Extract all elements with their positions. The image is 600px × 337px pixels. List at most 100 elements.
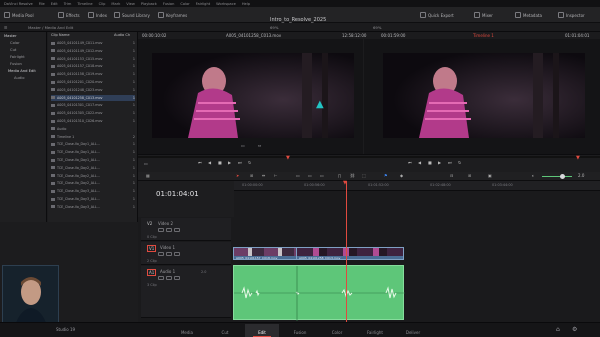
v1-autoselect-toggle[interactable]: [166, 252, 172, 256]
clip-list-item[interactable]: A005_04101158_C019.mov 1: [51, 71, 135, 77]
menu-help[interactable]: Help: [242, 2, 250, 6]
timeline-name[interactable]: Timeline 1: [473, 33, 494, 38]
menu-fusion[interactable]: Fusion: [163, 2, 175, 6]
keyframes-button[interactable]: Keyframes: [158, 11, 187, 19]
metadata-button[interactable]: Metadata: [515, 11, 542, 19]
bin-master[interactable]: Master: [4, 34, 17, 38]
timeline-play-icon[interactable]: ▶: [438, 160, 441, 165]
settings-gear-icon[interactable]: ⚙: [572, 326, 577, 333]
menu-workspace[interactable]: Workspace: [216, 2, 236, 6]
bin-media-and-edit[interactable]: Media And Edit: [8, 69, 36, 73]
trim-tool-icon[interactable]: ⊞: [250, 173, 253, 178]
source-skip-back-icon[interactable]: ⏮: [198, 160, 202, 165]
fit-icon[interactable]: ▣: [488, 173, 492, 178]
v2-enable-toggle[interactable]: [174, 228, 180, 232]
menu-file[interactable]: File: [39, 2, 45, 6]
timeline-stop-icon[interactable]: ■: [428, 160, 432, 165]
clip-list-item[interactable]: A005_04101305_C022.mov 1: [51, 110, 135, 116]
menu-clip[interactable]: Clip: [99, 2, 106, 6]
media-pool-button[interactable]: Media Pool: [4, 11, 34, 19]
clip-list-item[interactable]: TCE_Close-Vo_Day1_ALL... 1: [51, 149, 135, 155]
clip-list-item[interactable]: TCE_Close-Vo_Day1_ALL... 1: [51, 141, 135, 147]
page-cut[interactable]: Cut: [208, 324, 242, 337]
volume-slider[interactable]: [542, 176, 572, 177]
source-viewer[interactable]: ▲ ▭ ⇔: [138, 39, 363, 154]
clip-list-item[interactable]: A005_04101301_C017.mov 1: [51, 102, 135, 108]
clip-list-item[interactable]: A005_04101310_C026.mov 1: [51, 118, 135, 124]
quick-export-button[interactable]: Quick Export: [420, 11, 454, 19]
a1-solo-toggle[interactable]: [166, 276, 172, 280]
effects-button[interactable]: Effects: [58, 11, 80, 19]
clip-list-item[interactable]: A005_04101149_C012.mov 1: [51, 48, 135, 54]
overwrite-clip-icon[interactable]: ▭: [308, 173, 312, 178]
bin-color[interactable]: Color: [10, 41, 20, 45]
audio-clip[interactable]: [233, 265, 405, 321]
source-zoom[interactable]: 69%: [270, 25, 278, 30]
flag-icon[interactable]: ⚑: [384, 173, 388, 178]
timeline-viewer[interactable]: [364, 39, 600, 154]
clip-list-item[interactable]: Timeline 1 2: [51, 134, 135, 140]
list-view-icon[interactable]: ☰: [4, 25, 7, 30]
menu-trim[interactable]: Trim: [64, 2, 72, 6]
bin-fusion[interactable]: Fusion: [10, 62, 22, 66]
bin-fairlight[interactable]: Fairlight: [10, 55, 25, 59]
timeline-skip-forward-icon[interactable]: ⏭: [448, 160, 452, 165]
clip-list-item[interactable]: TCE_Close-Vo_Day3_ALL... 1: [51, 196, 135, 202]
playhead-handle-icon[interactable]: ▼: [343, 180, 347, 186]
clip-list-item[interactable]: TCE_Close-Vo_Day2_ALL... 1: [51, 173, 135, 179]
page-media[interactable]: Media: [170, 324, 204, 337]
jog-bar[interactable]: [138, 156, 600, 158]
clip-list-item[interactable]: A005_04101248_C023.mov 1: [51, 87, 135, 93]
video-clip-2[interactable]: A005_04101258_C013.mov: [296, 247, 404, 260]
record-zoom[interactable]: 69%: [373, 25, 381, 30]
inspector-button[interactable]: Inspector: [558, 11, 585, 19]
menu-edit[interactable]: Edit: [51, 2, 58, 6]
speaker-icon[interactable]: 🔈︎: [532, 173, 534, 178]
source-skip-forward-icon[interactable]: ⏭: [238, 160, 242, 165]
source-playhead-marker-icon[interactable]: ▼: [286, 155, 290, 161]
track-header-v2[interactable]: V2 Video 2 0 Clip: [141, 218, 231, 241]
clip-list-item[interactable]: TCE_Close-Vo_Day3_ALL... 1: [51, 188, 135, 194]
linked-selection-icon[interactable]: ⛓: [350, 173, 355, 178]
position-lock-icon[interactable]: ⬚: [362, 173, 366, 178]
timeline-playhead[interactable]: [346, 181, 347, 322]
menu-timeline[interactable]: Timeline: [77, 2, 92, 6]
v2-lock-toggle[interactable]: [158, 228, 164, 232]
mixer-button[interactable]: Mixer: [474, 11, 493, 19]
clip-list-item[interactable]: TCE_Close-Vo_Day1_ALL... 1: [51, 157, 135, 163]
clip-list-item[interactable]: TCE_Close-Vo_Day2_ALL... 1: [51, 180, 135, 186]
timeline-play-reverse-icon[interactable]: ◀: [418, 160, 421, 165]
a1-mute-toggle[interactable]: [174, 276, 180, 280]
v2-autoselect-toggle[interactable]: [166, 228, 172, 232]
page-fairlight[interactable]: Fairlight: [358, 324, 392, 337]
clip-name-header[interactable]: Clip Name: [51, 33, 70, 37]
timeline-loop-icon[interactable]: ↻: [458, 160, 461, 165]
a1-lock-toggle[interactable]: [158, 276, 164, 280]
source-loop-icon[interactable]: ↻: [248, 160, 251, 165]
page-fusion[interactable]: Fusion: [283, 324, 317, 337]
zoom-in-icon[interactable]: ⊞: [468, 173, 471, 178]
clip-list-item[interactable]: A005_04101153_C015.mov 1: [51, 56, 135, 62]
track-header-v1[interactable]: V1 Video 1 2 Clip: [141, 242, 231, 265]
bin-cut[interactable]: Cut: [10, 48, 16, 52]
menu-mark[interactable]: Mark: [111, 2, 120, 6]
blade-tool-icon[interactable]: ⊢: [274, 173, 277, 178]
viewer-safe-area-icon[interactable]: ▭: [241, 143, 245, 148]
replace-clip-icon[interactable]: ▭: [320, 173, 324, 178]
selection-tool-icon[interactable]: ➤: [236, 173, 239, 178]
timeline-ruler[interactable]: 01:00:00:00 01:00:56:00 01:01:52:00 01:0…: [234, 181, 600, 191]
source-play-icon[interactable]: ▶: [228, 160, 231, 165]
v1-enable-toggle[interactable]: [174, 252, 180, 256]
clip-list-item[interactable]: TCE_Close-Vo_Day3_ALL... 1: [51, 204, 135, 210]
sound-library-button[interactable]: Sound Library: [114, 11, 150, 19]
menu-fairlight[interactable]: Fairlight: [196, 2, 210, 6]
viewer-mode-icon[interactable]: ▭: [144, 161, 148, 166]
menu-color[interactable]: Color: [180, 2, 189, 6]
clip-list-item[interactable]: A005_04101258_C013.mov 1: [51, 94, 135, 101]
clip-list-item[interactable]: Audio: [51, 126, 135, 132]
menu-app[interactable]: DaVinci Resolve: [4, 2, 33, 6]
zoom-out-icon[interactable]: ⊟: [450, 173, 453, 178]
snapping-icon[interactable]: ⋂: [338, 173, 341, 178]
audio-waveform-icon[interactable]: ⇔: [258, 143, 261, 148]
track-header-a1[interactable]: A1 Audio 1 2.0 3 Clip: [141, 266, 231, 318]
